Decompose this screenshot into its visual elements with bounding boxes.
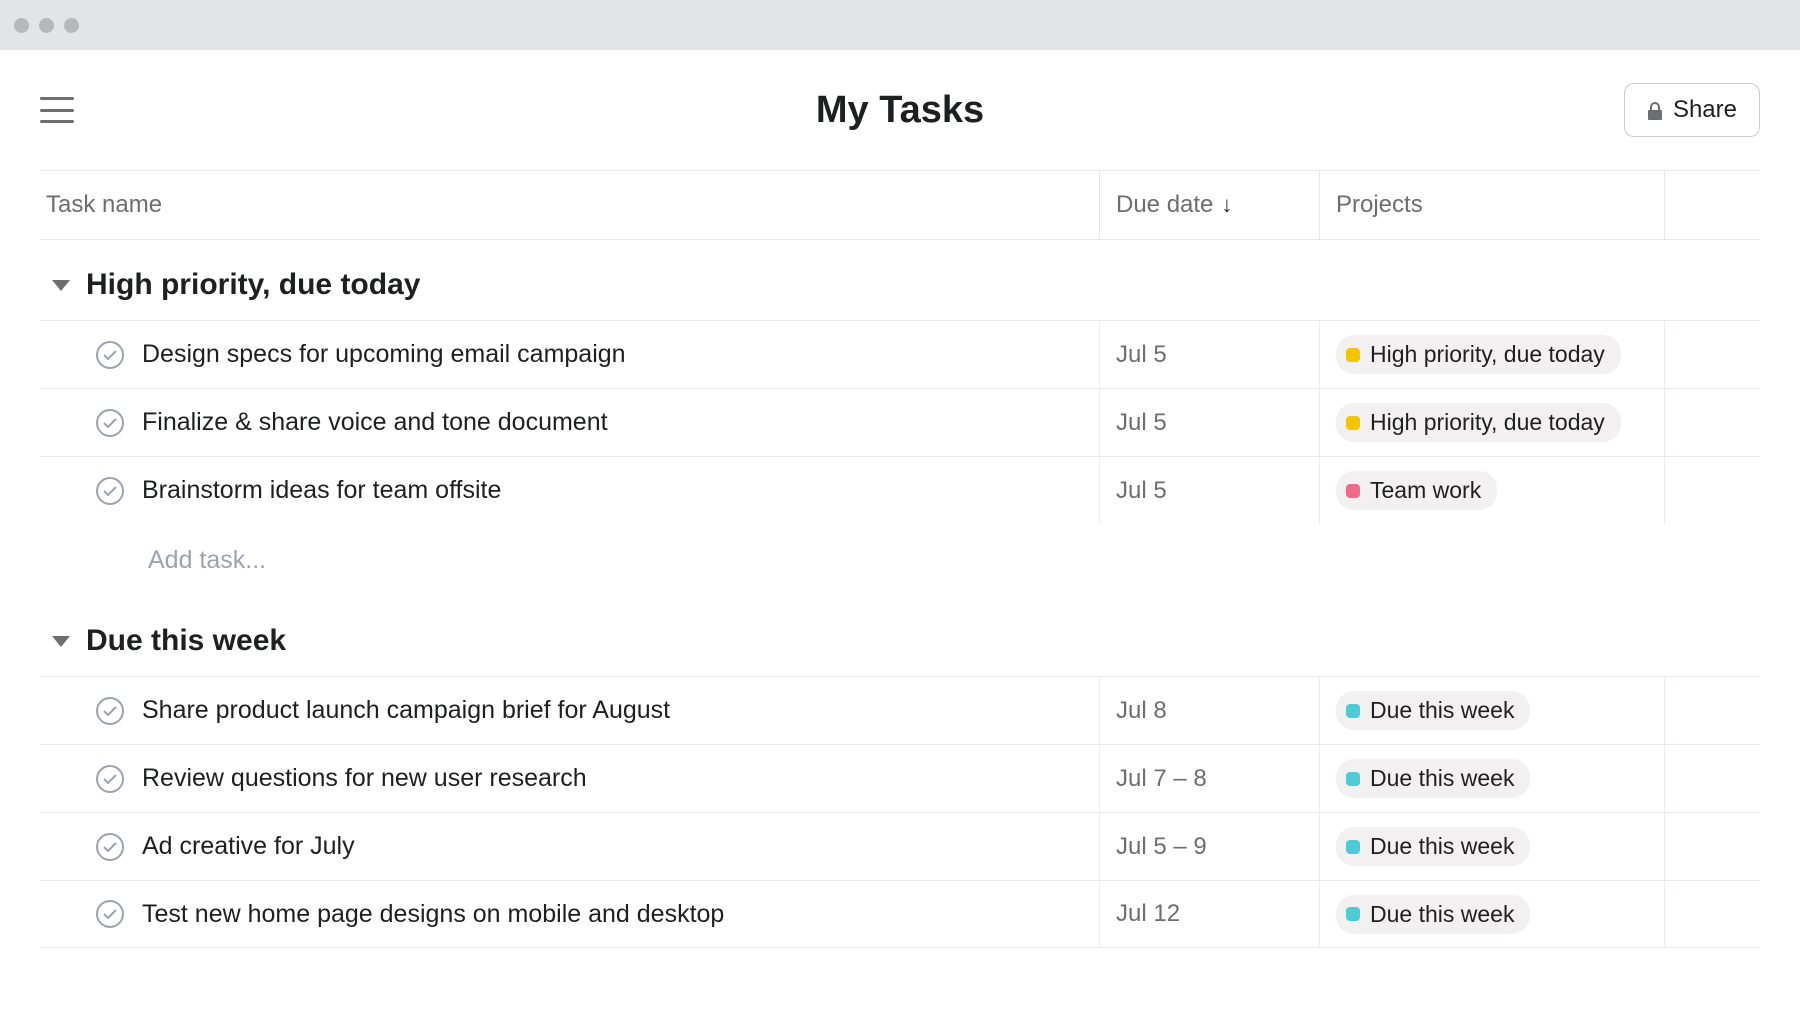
column-header-due-date[interactable]: Due date ↓ [1100, 171, 1320, 239]
task-row[interactable]: Design specs for upcoming email campaign… [40, 320, 1760, 388]
caret-down-icon[interactable] [52, 636, 70, 647]
share-button-label: Share [1673, 96, 1737, 124]
tag-color-icon [1346, 416, 1360, 430]
due-date[interactable]: Jul 5 – 9 [1116, 833, 1207, 861]
due-date[interactable]: Jul 12 [1116, 900, 1180, 928]
task-name: Share product launch campaign brief for … [142, 696, 670, 725]
due-date[interactable]: Jul 5 [1116, 341, 1167, 369]
sort-descending-icon: ↓ [1221, 192, 1232, 218]
app-header: My Tasks Share [40, 50, 1760, 170]
column-header-extra [1665, 171, 1760, 239]
section-title[interactable]: High priority, due today [86, 268, 420, 302]
tag-color-icon [1346, 907, 1360, 921]
section-header: Due this week [40, 596, 1760, 676]
window-chrome [0, 0, 1800, 50]
complete-checkbox[interactable] [96, 833, 124, 861]
project-tag[interactable]: High priority, due today [1336, 335, 1621, 374]
task-row[interactable]: Brainstorm ideas for team offsite Jul 5 … [40, 456, 1760, 524]
tag-color-icon [1346, 772, 1360, 786]
due-date[interactable]: Jul 7 – 8 [1116, 765, 1207, 793]
tag-color-icon [1346, 348, 1360, 362]
lock-icon [1647, 100, 1663, 120]
complete-checkbox[interactable] [96, 341, 124, 369]
project-tag[interactable]: Due this week [1336, 691, 1530, 730]
column-header-row: Task name Due date ↓ Projects [40, 170, 1760, 240]
due-date[interactable]: Jul 5 [1116, 409, 1167, 437]
add-task-input[interactable]: Add task... [40, 524, 1760, 596]
share-button[interactable]: Share [1624, 83, 1760, 137]
caret-down-icon[interactable] [52, 280, 70, 291]
project-tag[interactable]: Due this week [1336, 827, 1530, 866]
column-header-projects[interactable]: Projects [1320, 171, 1665, 239]
task-row[interactable]: Ad creative for July Jul 5 – 9 Due this … [40, 812, 1760, 880]
task-name: Design specs for upcoming email campaign [142, 340, 626, 369]
section-header: High priority, due today [40, 240, 1760, 320]
task-row[interactable]: Review questions for new user research J… [40, 744, 1760, 812]
project-tag[interactable]: High priority, due today [1336, 403, 1621, 442]
task-row[interactable]: Share product launch campaign brief for … [40, 676, 1760, 744]
traffic-light-minimize[interactable] [39, 18, 54, 33]
complete-checkbox[interactable] [96, 765, 124, 793]
traffic-light-close[interactable] [14, 18, 29, 33]
complete-checkbox[interactable] [96, 697, 124, 725]
page-title: My Tasks [816, 89, 984, 132]
task-name: Finalize & share voice and tone document [142, 408, 608, 437]
section-title[interactable]: Due this week [86, 624, 286, 658]
task-row[interactable]: Finalize & share voice and tone document… [40, 388, 1760, 456]
task-row[interactable]: Test new home page designs on mobile and… [40, 880, 1760, 948]
project-tag[interactable]: Due this week [1336, 895, 1530, 934]
task-name: Test new home page designs on mobile and… [142, 900, 724, 929]
task-name: Review questions for new user research [142, 764, 587, 793]
traffic-light-zoom[interactable] [64, 18, 79, 33]
tag-color-icon [1346, 840, 1360, 854]
menu-icon[interactable] [40, 97, 74, 123]
task-name: Ad creative for July [142, 832, 355, 861]
task-name: Brainstorm ideas for team offsite [142, 476, 501, 505]
column-header-task-name[interactable]: Task name [40, 171, 1100, 239]
tag-color-icon [1346, 704, 1360, 718]
project-tag[interactable]: Due this week [1336, 759, 1530, 798]
complete-checkbox[interactable] [96, 477, 124, 505]
tag-color-icon [1346, 484, 1360, 498]
complete-checkbox[interactable] [96, 900, 124, 928]
complete-checkbox[interactable] [96, 409, 124, 437]
due-date[interactable]: Jul 8 [1116, 697, 1167, 725]
due-date[interactable]: Jul 5 [1116, 477, 1167, 505]
project-tag[interactable]: Team work [1336, 471, 1497, 510]
